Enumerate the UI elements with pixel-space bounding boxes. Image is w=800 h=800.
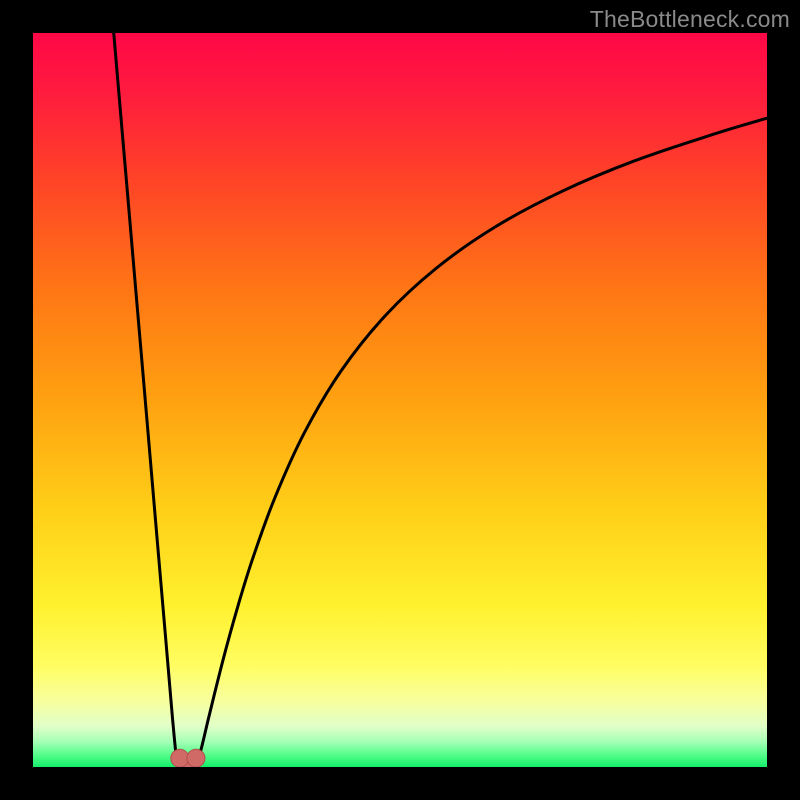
marker-min-left xyxy=(171,749,189,767)
watermark-text: TheBottleneck.com xyxy=(590,6,790,33)
gradient-background xyxy=(33,33,767,767)
plot-area xyxy=(33,33,767,767)
chart-frame: TheBottleneck.com xyxy=(0,0,800,800)
marker-min-right xyxy=(187,749,205,767)
plot-svg xyxy=(33,33,767,767)
